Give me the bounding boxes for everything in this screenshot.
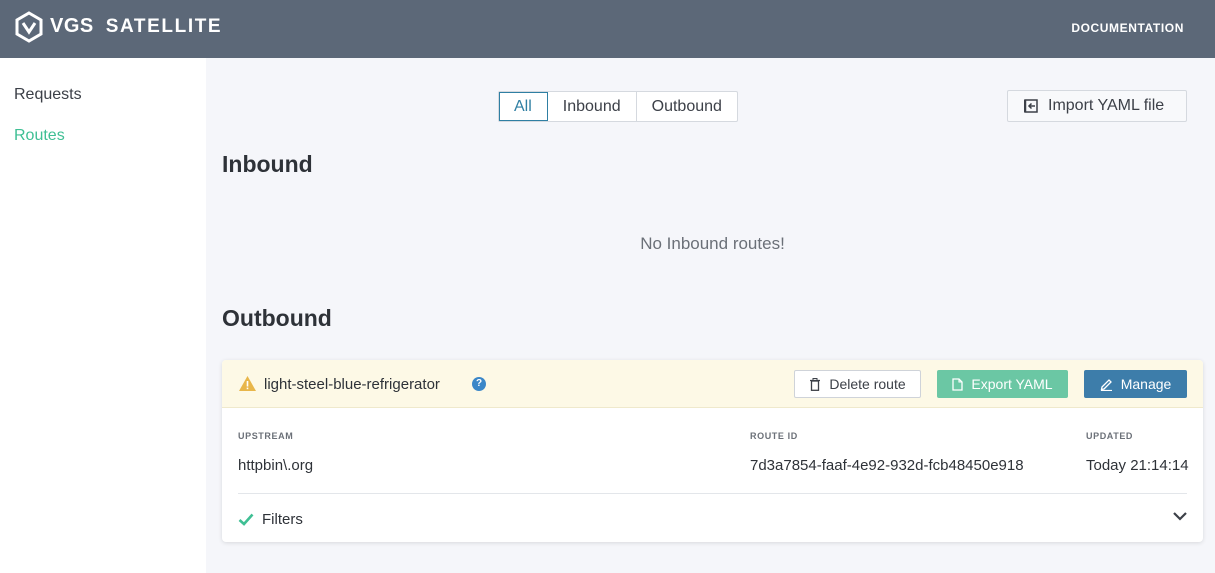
tab-inbound[interactable]: Inbound — [548, 92, 637, 121]
import-yaml-button[interactable]: Import YAML file — [1007, 90, 1187, 122]
route-id-label: ROUTE ID — [750, 431, 798, 441]
route-filter-tabs: All Inbound Outbound — [498, 91, 738, 122]
product-name: SATELLITE — [105, 16, 223, 37]
top-bar: VGS SATELLITE DOCUMENTATION — [0, 0, 1215, 58]
sidebar-item-routes[interactable]: Routes — [14, 127, 65, 145]
sidebar: Requests Routes — [0, 58, 206, 573]
inbound-title: Inbound — [222, 151, 313, 177]
trash-icon — [810, 377, 821, 391]
sidebar-item-requests[interactable]: Requests — [14, 86, 82, 104]
manage-label: Manage — [1120, 376, 1172, 392]
brand-name: VGS — [50, 15, 94, 37]
pencil-icon — [1100, 378, 1112, 391]
route-card-header: light-steel-blue-refrigerator ? Delete r… — [222, 360, 1203, 408]
tab-all[interactable]: All — [499, 92, 548, 121]
upstream-label: UPSTREAM — [238, 431, 294, 441]
route-name: light-steel-blue-refrigerator — [264, 376, 440, 393]
import-icon — [1024, 99, 1038, 113]
main-content: All Inbound Outbound Import YAML file In… — [206, 58, 1215, 573]
delete-route-button[interactable]: Delete route — [794, 370, 921, 398]
export-yaml-button[interactable]: Export YAML — [937, 370, 1068, 398]
upstream-value: httpbin\.org — [238, 457, 314, 474]
route-id-value: 7d3a7854-faaf-4e92-932d-fcb48450e918 — [750, 457, 1024, 474]
documentation-link[interactable]: DOCUMENTATION — [1071, 21, 1184, 35]
delete-route-label: Delete route — [829, 376, 906, 392]
inbound-empty-message: No Inbound routes! — [640, 234, 785, 253]
help-icon[interactable]: ? — [472, 377, 486, 391]
card-divider — [238, 493, 1187, 494]
import-yaml-label: Import YAML file — [1048, 97, 1165, 114]
warning-icon — [239, 376, 256, 391]
filters-label: Filters — [262, 511, 303, 528]
export-yaml-label: Export YAML — [971, 376, 1053, 392]
brand: VGS SATELLITE — [50, 15, 222, 38]
outbound-title: Outbound — [222, 305, 332, 331]
check-icon — [238, 513, 254, 526]
tab-outbound[interactable]: Outbound — [637, 92, 737, 121]
vgs-logo-icon — [15, 11, 43, 43]
chevron-down-icon[interactable] — [1172, 510, 1188, 522]
updated-label: UPDATED — [1086, 431, 1134, 441]
route-card: light-steel-blue-refrigerator ? Delete r… — [222, 360, 1203, 542]
manage-button[interactable]: Manage — [1084, 370, 1187, 398]
updated-value: Today 21:14:14 — [1086, 457, 1189, 474]
filters-toggle[interactable]: Filters — [238, 511, 303, 528]
file-icon — [952, 377, 964, 391]
